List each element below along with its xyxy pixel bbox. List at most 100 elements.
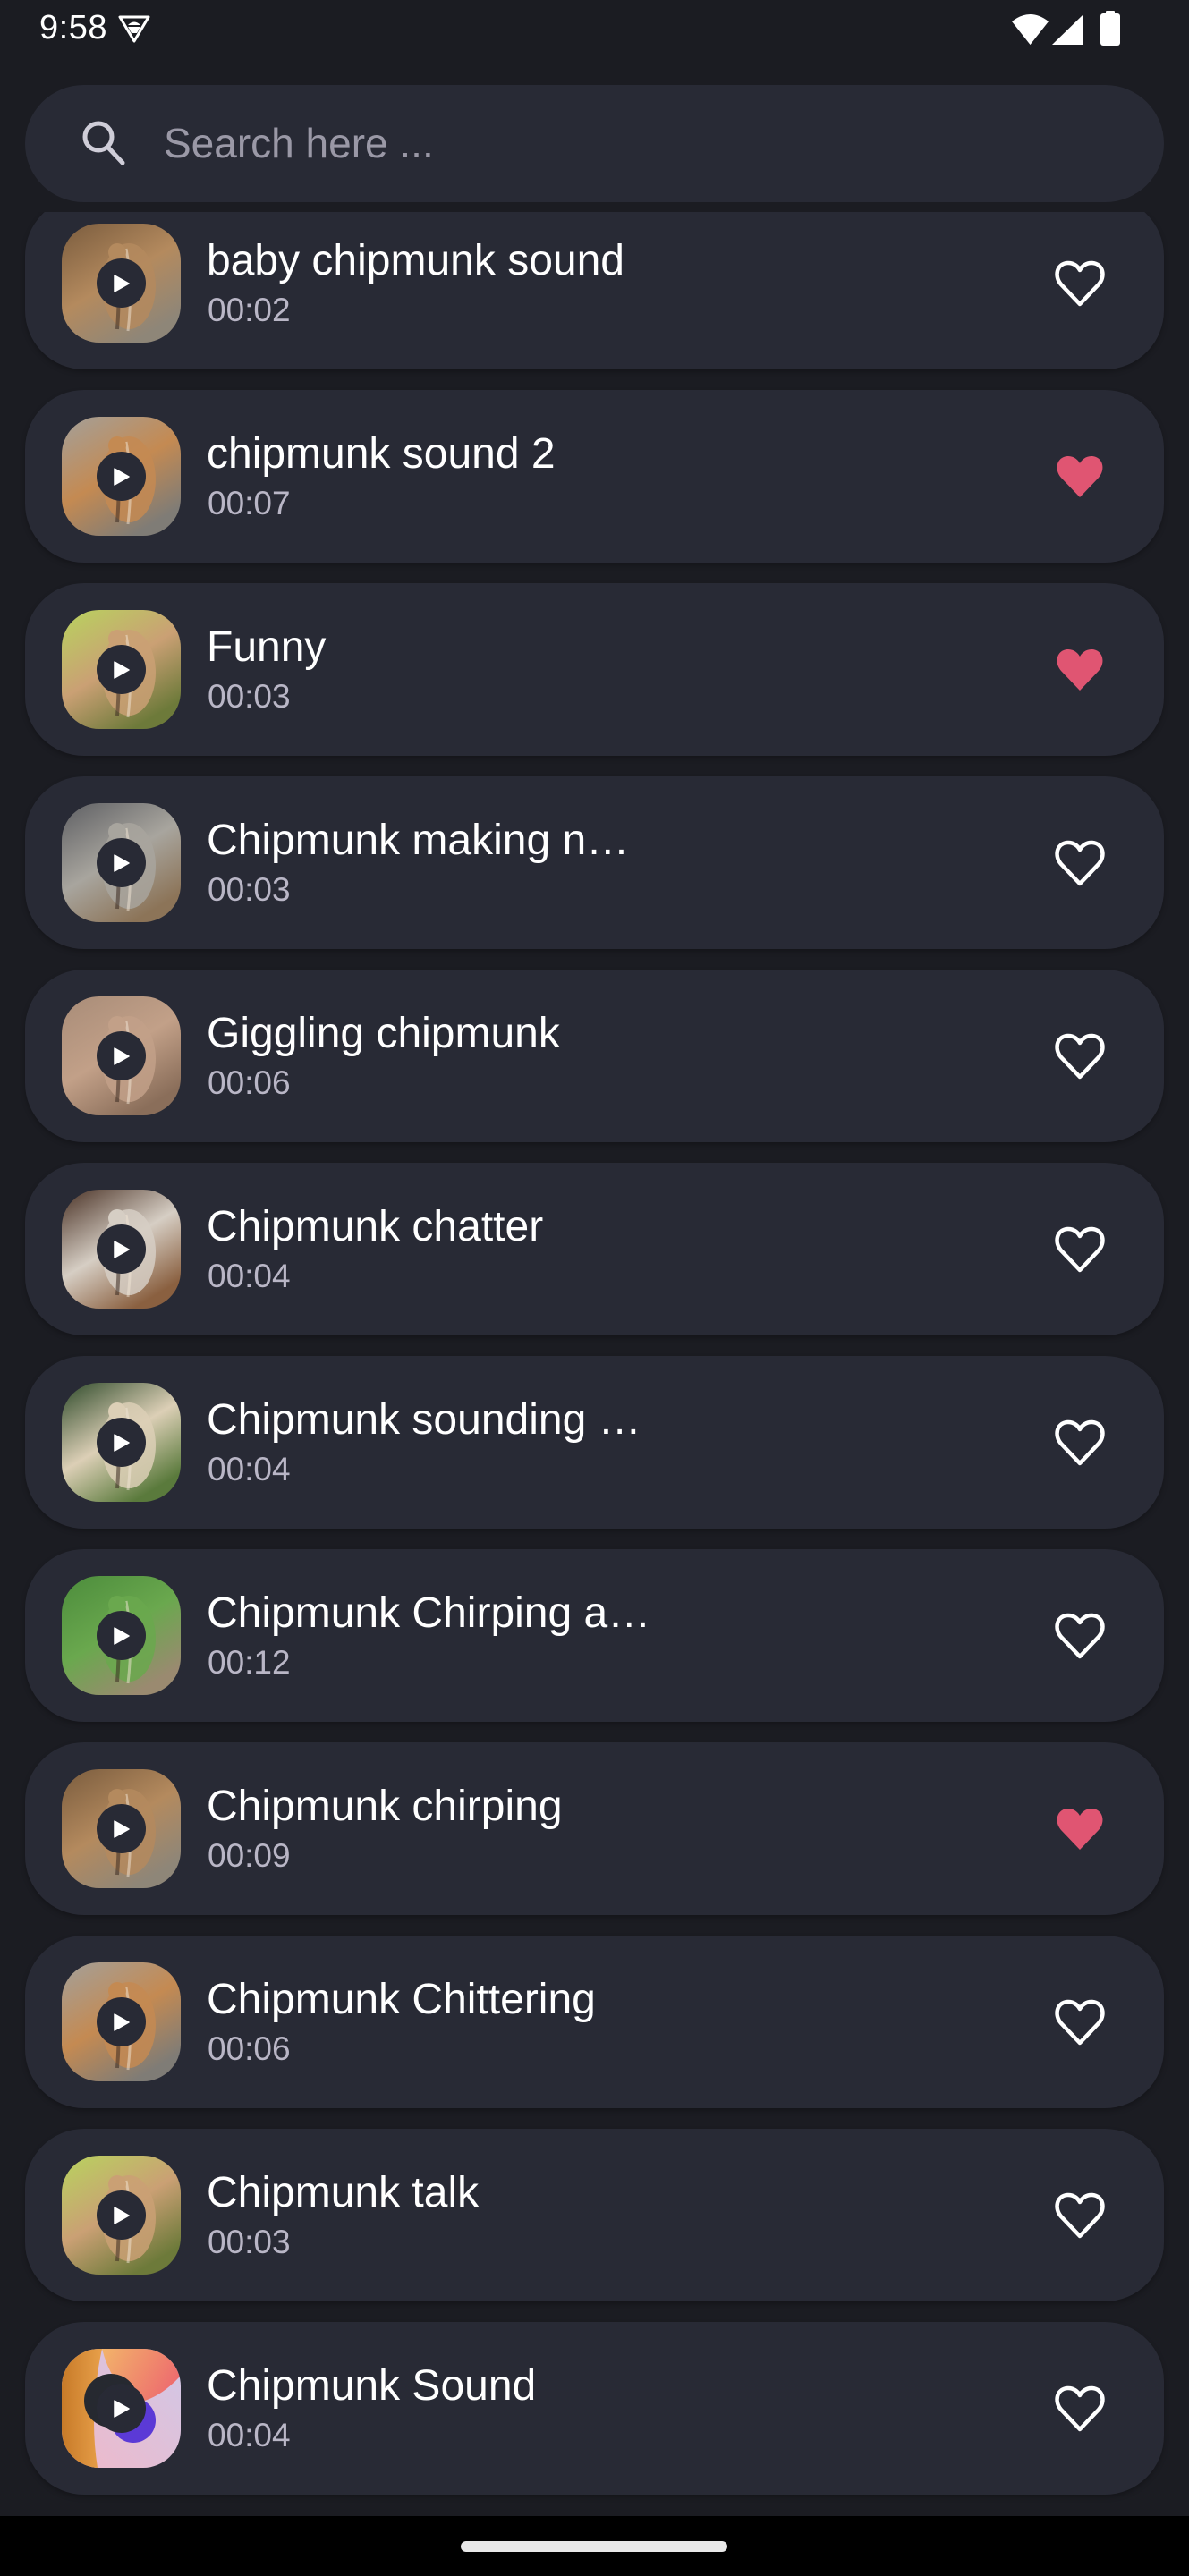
play-icon (114, 2400, 130, 2418)
heart-outline-icon (1055, 2385, 1105, 2432)
sound-thumbnail[interactable] (62, 1576, 181, 1695)
play-button[interactable] (97, 1418, 146, 1467)
sound-thumbnail[interactable] (62, 803, 181, 922)
play-icon (114, 2207, 130, 2224)
sound-thumbnail[interactable] (62, 610, 181, 729)
sound-list-item[interactable]: chipmunk sound 2 00:07 (25, 390, 1164, 563)
sound-thumbnail[interactable] (62, 1190, 181, 1309)
sound-thumbnail[interactable] (62, 996, 181, 1115)
sound-thumbnail[interactable] (62, 1769, 181, 1888)
heart-outline-icon (1055, 1226, 1105, 1273)
sound-thumbnail[interactable] (62, 224, 181, 343)
sound-thumbnail[interactable] (62, 1383, 181, 1502)
play-button[interactable] (97, 1031, 146, 1080)
battery-icon (1100, 11, 1120, 46)
sound-title: Chipmunk talk (207, 2169, 480, 2216)
favorite-button[interactable] (1049, 1995, 1111, 2050)
heart-outline-icon (1055, 2192, 1105, 2239)
play-button[interactable] (97, 452, 146, 501)
sound-title: Chipmunk making n… (207, 817, 630, 864)
sound-duration: 00:12 (208, 1644, 291, 1681)
favorite-button[interactable] (1049, 835, 1111, 891)
favorite-button[interactable] (1049, 1608, 1111, 1664)
sound-list-item[interactable]: Chipmunk Chirping a… 00:12 (25, 1549, 1164, 1722)
play-button[interactable] (97, 1997, 146, 2046)
sound-duration: 00:06 (208, 2030, 291, 2067)
heart-filled-icon (1057, 648, 1103, 691)
play-icon (114, 1434, 130, 1452)
sound-list-item[interactable]: Chipmunk Chittering 00:06 (25, 1936, 1164, 2108)
play-icon (114, 275, 130, 292)
sound-title: Chipmunk sounding … (207, 1396, 641, 1444)
sound-list-item[interactable]: Funny 00:03 (25, 583, 1164, 756)
play-button[interactable] (97, 838, 146, 887)
sound-list[interactable]: baby chipmunk sound 00:02 chipmunk sound… (0, 212, 1189, 2516)
sound-list-item[interactable]: Chipmunk chatter 00:04 (25, 1163, 1164, 1335)
status-time: 9:58 (39, 9, 107, 47)
play-icon (114, 1047, 130, 1065)
play-icon (114, 2013, 130, 2031)
heart-outline-icon (1055, 260, 1105, 307)
sound-title: Chipmunk chirping (207, 1783, 563, 1830)
favorite-button[interactable] (1049, 2188, 1111, 2243)
home-indicator[interactable] (461, 2541, 727, 2552)
play-icon (114, 661, 130, 679)
favorite-button[interactable] (1049, 1222, 1111, 1277)
heart-filled-icon (1057, 1808, 1103, 1850)
sound-list-item[interactable]: Chipmunk Sound 00:04 (25, 2322, 1164, 2495)
play-icon (114, 1627, 130, 1645)
sound-duration: 00:06 (208, 1064, 291, 1101)
heart-outline-icon (1055, 840, 1105, 886)
search-icon (82, 121, 125, 165)
play-button[interactable] (97, 258, 146, 308)
sound-title: Chipmunk Sound (207, 2362, 537, 2410)
sound-duration: 00:02 (208, 292, 291, 328)
play-button[interactable] (97, 1224, 146, 1274)
favorite-button[interactable] (1049, 1801, 1111, 1857)
play-button[interactable] (97, 645, 146, 694)
navigation-bar (0, 2516, 1189, 2576)
sound-thumbnail[interactable] (62, 417, 181, 536)
sound-list-item[interactable]: Chipmunk chirping 00:09 (25, 1742, 1164, 1915)
android-debug-icon (118, 15, 150, 43)
status-bar: 9:58 (0, 0, 1189, 63)
sound-thumbnail[interactable] (62, 2349, 181, 2468)
favorite-button[interactable] (1049, 2381, 1111, 2436)
sound-duration: 00:03 (208, 871, 291, 908)
sound-list-item[interactable]: Chipmunk sounding … 00:04 (25, 1356, 1164, 1529)
favorite-button[interactable] (1049, 1415, 1111, 1470)
sound-list-item[interactable]: Giggling chipmunk 00:06 (25, 970, 1164, 1142)
favorite-button[interactable] (1049, 642, 1111, 698)
wifi-icon (1012, 14, 1049, 45)
favorite-button[interactable] (1049, 449, 1111, 504)
sound-title: baby chipmunk sound (207, 237, 624, 284)
favorite-button[interactable] (1049, 1029, 1111, 1084)
play-button[interactable] (97, 1611, 146, 1660)
sound-duration: 00:04 (208, 1258, 291, 1294)
play-button[interactable] (97, 2384, 146, 2433)
search-input[interactable] (164, 112, 1103, 174)
sound-title: Chipmunk Chirping a… (207, 1589, 651, 1637)
play-icon (114, 1241, 130, 1258)
favorite-button[interactable] (1049, 256, 1111, 311)
sound-duration: 00:03 (208, 678, 291, 715)
play-icon (114, 1820, 130, 1838)
sound-duration: 00:04 (208, 1451, 291, 1487)
sound-thumbnail[interactable] (62, 2156, 181, 2275)
sound-title: Giggling chipmunk (207, 1010, 560, 1057)
sound-list-item[interactable]: baby chipmunk sound 00:02 (25, 212, 1164, 369)
sound-list-item[interactable]: Chipmunk talk 00:03 (25, 2129, 1164, 2301)
heart-filled-icon (1057, 455, 1103, 497)
play-icon (114, 468, 130, 486)
sound-list-item[interactable]: Chipmunk making n… 00:03 (25, 776, 1164, 949)
play-button[interactable] (97, 2190, 146, 2240)
play-button[interactable] (97, 1804, 146, 1853)
sound-title: Chipmunk Chittering (207, 1976, 596, 2023)
search-bar[interactable] (25, 85, 1164, 202)
play-icon (114, 854, 130, 872)
sound-thumbnail[interactable] (62, 1962, 181, 2081)
heart-outline-icon (1055, 1033, 1105, 1080)
sound-title: Funny (207, 623, 327, 671)
sound-duration: 00:09 (208, 1837, 291, 1874)
sound-duration: 00:04 (208, 2417, 291, 2453)
